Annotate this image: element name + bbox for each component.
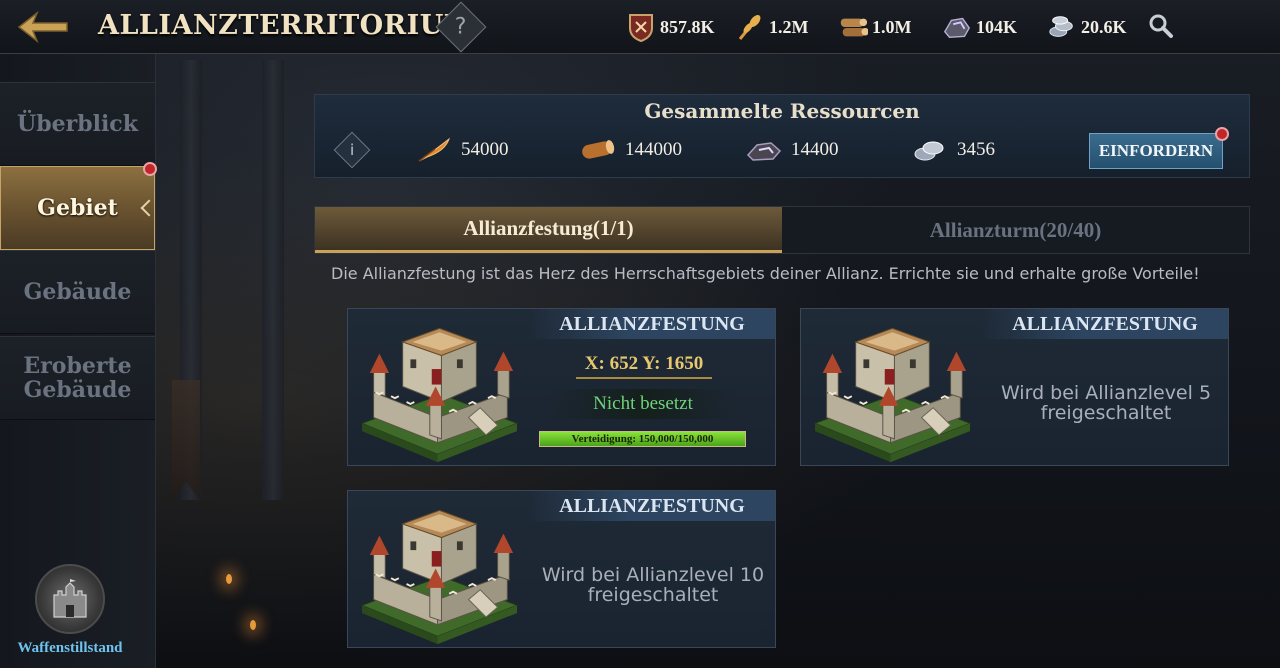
resource-wheat[interactable]: 1.2M <box>735 12 809 42</box>
fortress-castle-image <box>361 327 518 464</box>
collected-value: 144000 <box>625 139 682 160</box>
fortress-tabs: Allianzfestung(1/1) Allianzturm(20/40) <box>314 206 1250 254</box>
banner-decoration <box>172 380 200 500</box>
collected-silver: 3456 <box>911 135 995 165</box>
tab-allianzturm[interactable]: Allianzturm(20/40) <box>782 207 1249 253</box>
truce-castle-icon <box>35 564 105 634</box>
resource-ore[interactable]: 104K <box>942 12 1017 42</box>
log-icon <box>582 140 615 159</box>
claim-button[interactable]: EINFORDERN <box>1089 133 1223 169</box>
truce-button[interactable]: Waffenstillstand <box>0 564 140 657</box>
truce-label: Waffenstillstand <box>17 640 123 656</box>
sidebar-item-label: Eroberte Gebäude <box>23 353 132 403</box>
collected-value: 54000 <box>461 139 509 160</box>
fortress-card-title: ALLIANZFESTUNG <box>529 491 775 521</box>
info-button[interactable]: i <box>333 131 371 169</box>
resource-silver[interactable]: 20.6K <box>1047 12 1127 42</box>
page-title: ALLIANZTERRITORIUM <box>98 10 475 41</box>
ore-icon <box>942 12 972 42</box>
collected-resources-panel: Gesammelte Ressourcen i 54000 144000 144… <box>314 94 1250 178</box>
top-bar: ALLIANZTERRITORIUM ? 857.8K 1.2M 1.0M 10… <box>0 0 1280 54</box>
collected-food: 54000 <box>415 135 509 165</box>
sidebar-item-gebiet[interactable]: Gebiet <box>0 166 155 250</box>
sidebar-item-label: Gebiet <box>37 195 118 221</box>
fortress-card[interactable]: ALLIANZFESTUNG X: 652 Y: 1650 Nicht bese… <box>347 308 776 466</box>
notification-dot <box>143 162 157 176</box>
tab-description: Die Allianzfestung ist das Herz des Herr… <box>331 264 1200 283</box>
fortress-card-locked[interactable]: ALLIANZFESTUNG Wird bei Allianzlevel 10 … <box>347 490 776 648</box>
fortress-status: Nicht besetzt <box>548 389 738 419</box>
resource-value: 1.2M <box>769 16 809 37</box>
back-arrow-icon <box>17 10 68 44</box>
sidebar: Überblick Gebiet Gebäude Eroberte Gebäud… <box>0 54 157 668</box>
search-icon <box>1149 14 1173 38</box>
fortress-castle-image <box>814 327 971 464</box>
silver-icon <box>1047 12 1077 42</box>
info-icon: i <box>349 140 355 159</box>
fortress-locked-text: Wird bei Allianzlevel 5 freigeschaltet <box>1000 382 1212 424</box>
collected-value: 3456 <box>957 139 995 160</box>
tab-allianzfestung[interactable]: Allianzfestung(1/1) <box>315 207 782 253</box>
help-icon: ? <box>455 14 467 40</box>
collected-ore: 14400 <box>745 135 839 165</box>
collected-wood: 144000 <box>579 135 682 165</box>
torch-flame <box>226 574 232 584</box>
resource-value: 20.6K <box>1081 16 1127 37</box>
fortress-castle-image <box>361 509 518 646</box>
power-shield-icon <box>626 12 656 42</box>
resource-value: 1.0M <box>872 16 912 37</box>
fortress-locked-text: Wird bei Allianzlevel 10 freigeschaltet <box>541 564 765 606</box>
resource-wood[interactable]: 1.0M <box>838 12 912 42</box>
resource-value: 104K <box>976 16 1018 37</box>
defense-progress-bar: Verteidigung: 150,000/150,000 <box>539 431 746 447</box>
fortress-card-title: ALLIANZFESTUNG <box>982 309 1228 339</box>
back-button[interactable] <box>12 6 74 48</box>
sidebar-item-gebaeude[interactable]: Gebäude <box>0 250 155 334</box>
collected-resources-title: Gesammelte Ressourcen <box>644 99 920 123</box>
fortress-card-title: ALLIANZFESTUNG <box>529 309 775 339</box>
resource-power[interactable]: 857.8K <box>626 12 715 42</box>
pillar-decoration <box>262 60 284 500</box>
search-button[interactable] <box>1145 10 1177 42</box>
collected-value: 14400 <box>791 139 839 160</box>
torch-flame <box>250 620 256 630</box>
sidebar-item-label: Gebäude <box>23 279 132 305</box>
fortress-coordinates[interactable]: X: 652 Y: 1650 <box>576 353 712 379</box>
resource-value: 857.8K <box>660 16 715 37</box>
wheat-icon <box>735 12 765 42</box>
silver-coins-icon <box>914 141 944 161</box>
defense-progress-text: Verteidigung: 150,000/150,000 <box>571 433 714 445</box>
sidebar-item-ueberblick[interactable]: Überblick <box>0 82 155 166</box>
iron-ore-icon <box>746 142 782 161</box>
notification-dot <box>1215 127 1229 141</box>
sidebar-item-label: Überblick <box>17 111 138 137</box>
feather-food-icon <box>418 137 450 162</box>
fortress-card-locked[interactable]: ALLIANZFESTUNG Wird bei Allianzlevel 5 f… <box>800 308 1229 466</box>
wood-icon <box>838 12 868 42</box>
sidebar-item-eroberte-gebaeude[interactable]: Eroberte Gebäude <box>0 336 155 420</box>
